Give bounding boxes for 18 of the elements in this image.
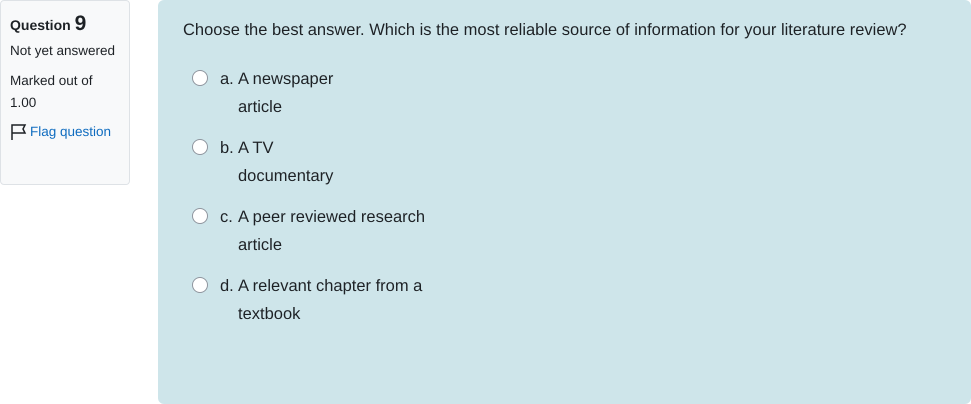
status-text: Not yet answered bbox=[10, 42, 116, 60]
option-text: A newspaper article bbox=[238, 69, 334, 118]
radio-button[interactable] bbox=[192, 70, 208, 86]
option-letter: b. bbox=[220, 138, 235, 159]
option-text: A peer reviewed research article bbox=[238, 207, 426, 256]
flag-question-link[interactable]: Flag question bbox=[10, 122, 120, 142]
question-number: Question 9 bbox=[10, 11, 88, 37]
marks-text: Marked out of 1.00 bbox=[10, 72, 94, 112]
question-text: Choose the best answer. Which is the most reliable source of information for your literature review? bbox=[183, 20, 908, 41]
radio-button[interactable] bbox=[192, 277, 208, 293]
option-text: A relevant chapter from a textbook bbox=[238, 276, 422, 325]
option-letter: a. bbox=[220, 69, 235, 90]
radio-button[interactable] bbox=[192, 139, 208, 155]
option-letter: d. bbox=[220, 276, 235, 297]
option-letter: c. bbox=[220, 207, 234, 228]
radio-button[interactable] bbox=[192, 208, 208, 224]
option-text: A TV documentary bbox=[238, 138, 334, 187]
flag-icon bbox=[10, 123, 28, 142]
